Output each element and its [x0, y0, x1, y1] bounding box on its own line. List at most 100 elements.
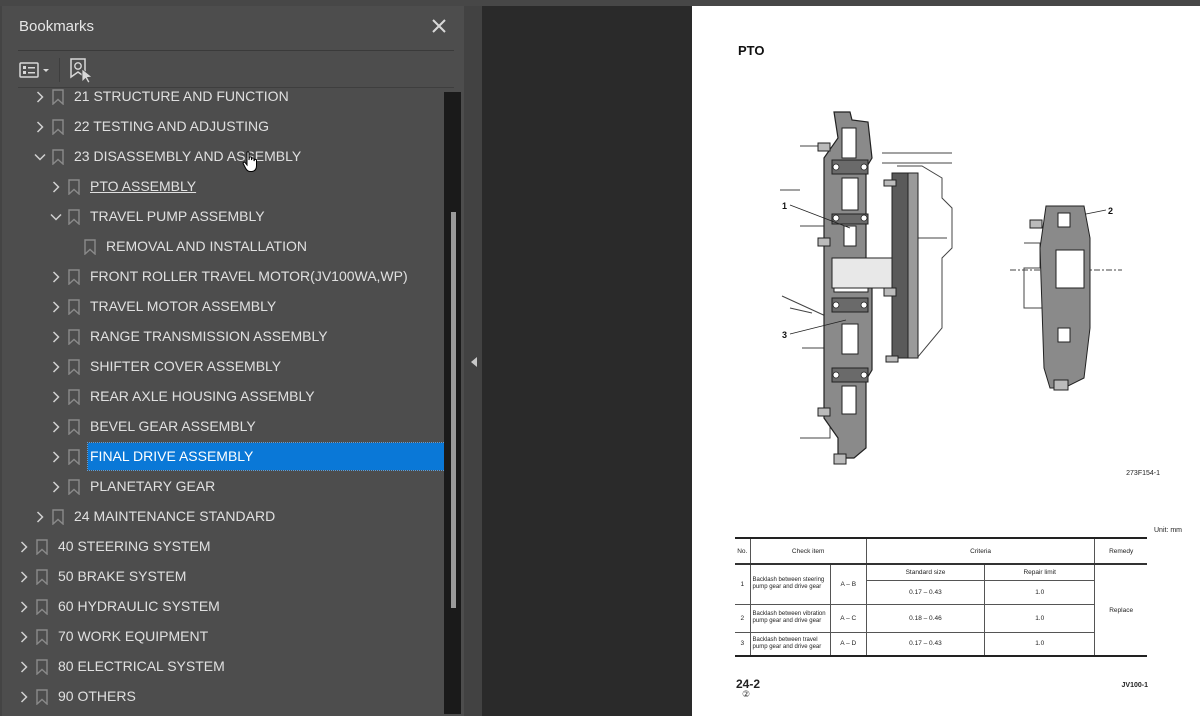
- bookmark-label[interactable]: 40 STEERING SYSTEM: [58, 538, 210, 554]
- chevron-right-icon[interactable]: [18, 601, 30, 613]
- bookmark-label[interactable]: FRONT ROLLER TRAVEL MOTOR(JV100WA,WP): [90, 268, 408, 284]
- bookmark-icon: [68, 389, 80, 405]
- bookmark-label[interactable]: 60 HYDRAULIC SYSTEM: [58, 598, 220, 614]
- bookmark-label[interactable]: FINAL DRIVE ASSEMBLY: [87, 442, 445, 471]
- pto-cross-section-figure: 1 3 2: [780, 111, 1122, 465]
- chevron-right-icon[interactable]: [50, 391, 62, 403]
- bookmark-item[interactable]: 70 WORK EQUIPMENT: [2, 622, 445, 652]
- bookmark-label[interactable]: TRAVEL MOTOR ASSEMBLY: [90, 298, 276, 314]
- bookmark-label[interactable]: 22 TESTING AND ADJUSTING: [74, 118, 269, 134]
- row-gears: A – B: [829, 563, 867, 605]
- bookmark-label[interactable]: 50 BRAKE SYSTEM: [58, 568, 186, 584]
- chevron-right-icon[interactable]: [50, 481, 62, 493]
- subheader-repair: Repair limit: [984, 563, 1096, 581]
- bookmark-item[interactable]: SHIFTER COVER ASSEMBLY: [2, 352, 445, 382]
- figure-id: 273F154-1: [1126, 470, 1160, 477]
- bookmark-item[interactable]: FINAL DRIVE ASSEMBLY: [2, 442, 445, 472]
- row-standard: 0.17 – 0.43: [866, 579, 986, 605]
- bookmark-label[interactable]: 80 ELECTRICAL SYSTEM: [58, 658, 225, 674]
- bookmark-label[interactable]: 70 WORK EQUIPMENT: [58, 628, 208, 644]
- bookmark-icon: [84, 239, 96, 255]
- header-no: No.: [735, 537, 751, 565]
- bookmark-icon: [52, 149, 64, 165]
- chevron-right-icon[interactable]: [50, 271, 62, 283]
- chevron-right-icon[interactable]: [18, 631, 30, 643]
- bookmark-icon: [68, 209, 80, 225]
- chevron-right-icon[interactable]: [50, 331, 62, 343]
- bookmark-icon: [36, 539, 48, 555]
- collapse-panel-arrow-icon[interactable]: [470, 355, 478, 367]
- chevron-right-icon[interactable]: [34, 91, 46, 103]
- bookmark-item[interactable]: PLANETARY GEAR: [2, 472, 445, 502]
- bookmark-icon: [68, 329, 80, 345]
- chevron-right-icon[interactable]: [18, 571, 30, 583]
- chevron-right-icon[interactable]: [18, 661, 30, 673]
- remedy-cell: Replace: [1094, 563, 1147, 657]
- bookmark-item[interactable]: REAR AXLE HOUSING ASSEMBLY: [2, 382, 445, 412]
- bookmark-item[interactable]: TRAVEL MOTOR ASSEMBLY: [2, 292, 445, 322]
- chevron-down-icon[interactable]: [34, 151, 46, 163]
- subheader-standard: Standard size: [865, 563, 986, 581]
- bookmark-label[interactable]: REMOVAL AND INSTALLATION: [106, 238, 307, 254]
- bookmark-item[interactable]: BEVEL GEAR ASSEMBLY: [2, 412, 445, 442]
- bookmark-item[interactable]: 22 TESTING AND ADJUSTING: [2, 112, 445, 142]
- bookmarks-toolbar: [18, 52, 454, 88]
- bookmark-item[interactable]: TRAVEL PUMP ASSEMBLY: [2, 202, 445, 232]
- bookmark-label[interactable]: 23 DISASSEMBLY AND ASSEMBLY: [74, 148, 301, 164]
- chevron-down-icon[interactable]: [50, 211, 62, 223]
- header-check-item: Check item: [749, 537, 867, 565]
- bookmark-label[interactable]: REAR AXLE HOUSING ASSEMBLY: [90, 388, 315, 404]
- bookmark-icon: [52, 119, 64, 135]
- row-standard: 0.18 – 0.46: [865, 603, 986, 633]
- chevron-right-icon[interactable]: [50, 181, 62, 193]
- scrollbar-thumb[interactable]: [451, 212, 456, 608]
- chevron-right-icon[interactable]: [50, 421, 62, 433]
- bookmark-item[interactable]: 23 DISASSEMBLY AND ASSEMBLY: [2, 142, 445, 172]
- unit-label: Unit: mm: [1154, 527, 1182, 534]
- bookmark-item[interactable]: PTO ASSEMBLY: [2, 172, 445, 202]
- bookmark-item[interactable]: 24 MAINTENANCE STANDARD: [2, 502, 445, 532]
- row-standard: 0.17 – 0.43: [865, 631, 986, 657]
- header-remedy: Remedy: [1094, 537, 1147, 565]
- pdf-page: PTO 1 3 2 273F154-1 Unit: mm No. Check i…: [692, 6, 1200, 716]
- callout-2: 2: [1108, 206, 1113, 216]
- bookmark-icon: [52, 89, 64, 105]
- bookmark-label[interactable]: PTO ASSEMBLY: [90, 178, 196, 194]
- bookmark-label[interactable]: 24 MAINTENANCE STANDARD: [74, 508, 275, 524]
- chevron-right-icon[interactable]: [50, 451, 62, 463]
- row-no: 1: [735, 563, 751, 605]
- chevron-right-icon[interactable]: [50, 361, 62, 373]
- bookmark-icon: [68, 299, 80, 315]
- close-icon[interactable]: [428, 16, 450, 38]
- bookmark-item[interactable]: 90 OTHERS: [2, 682, 445, 712]
- bookmark-label[interactable]: 90 OTHERS: [58, 688, 136, 704]
- bookmark-item[interactable]: FRONT ROLLER TRAVEL MOTOR(JV100WA,WP): [2, 262, 445, 292]
- row-repair: 1.0: [984, 603, 1095, 633]
- bookmark-label[interactable]: BEVEL GEAR ASSEMBLY: [90, 418, 256, 434]
- bookmark-item[interactable]: 40 STEERING SYSTEM: [2, 532, 445, 562]
- chevron-right-icon[interactable]: [50, 301, 62, 313]
- bookmark-item[interactable]: 50 BRAKE SYSTEM: [2, 562, 445, 592]
- bookmark-label[interactable]: RANGE TRANSMISSION ASSEMBLY: [90, 328, 328, 344]
- chevron-right-icon[interactable]: [34, 511, 46, 523]
- bookmark-label[interactable]: SHIFTER COVER ASSEMBLY: [90, 358, 281, 374]
- bookmark-icon: [68, 179, 80, 195]
- row-check-item: Backlash between steering pump gear and …: [749, 563, 831, 605]
- bookmark-item[interactable]: 21 STRUCTURE AND FUNCTION: [2, 88, 445, 112]
- bookmark-label[interactable]: PLANETARY GEAR: [90, 478, 215, 494]
- bookmark-label[interactable]: TRAVEL PUMP ASSEMBLY: [90, 208, 265, 224]
- bookmark-item[interactable]: RANGE TRANSMISSION ASSEMBLY: [2, 322, 445, 352]
- chevron-right-icon[interactable]: [18, 541, 30, 553]
- bookmark-item[interactable]: 60 HYDRAULIC SYSTEM: [2, 592, 445, 622]
- header-divider: [18, 50, 454, 51]
- list-options-icon[interactable]: [18, 58, 54, 82]
- bookmark-label[interactable]: 21 STRUCTURE AND FUNCTION: [74, 88, 289, 104]
- find-current-bookmark-icon[interactable]: [68, 56, 94, 84]
- chevron-right-icon[interactable]: [18, 691, 30, 703]
- bookmark-item[interactable]: REMOVAL AND INSTALLATION: [2, 232, 445, 262]
- callout-3: 3: [782, 330, 787, 340]
- row-gears: A – C: [829, 603, 867, 633]
- chevron-right-icon[interactable]: [34, 121, 46, 133]
- revision-mark: ②: [742, 689, 751, 699]
- bookmark-item[interactable]: 80 ELECTRICAL SYSTEM: [2, 652, 445, 682]
